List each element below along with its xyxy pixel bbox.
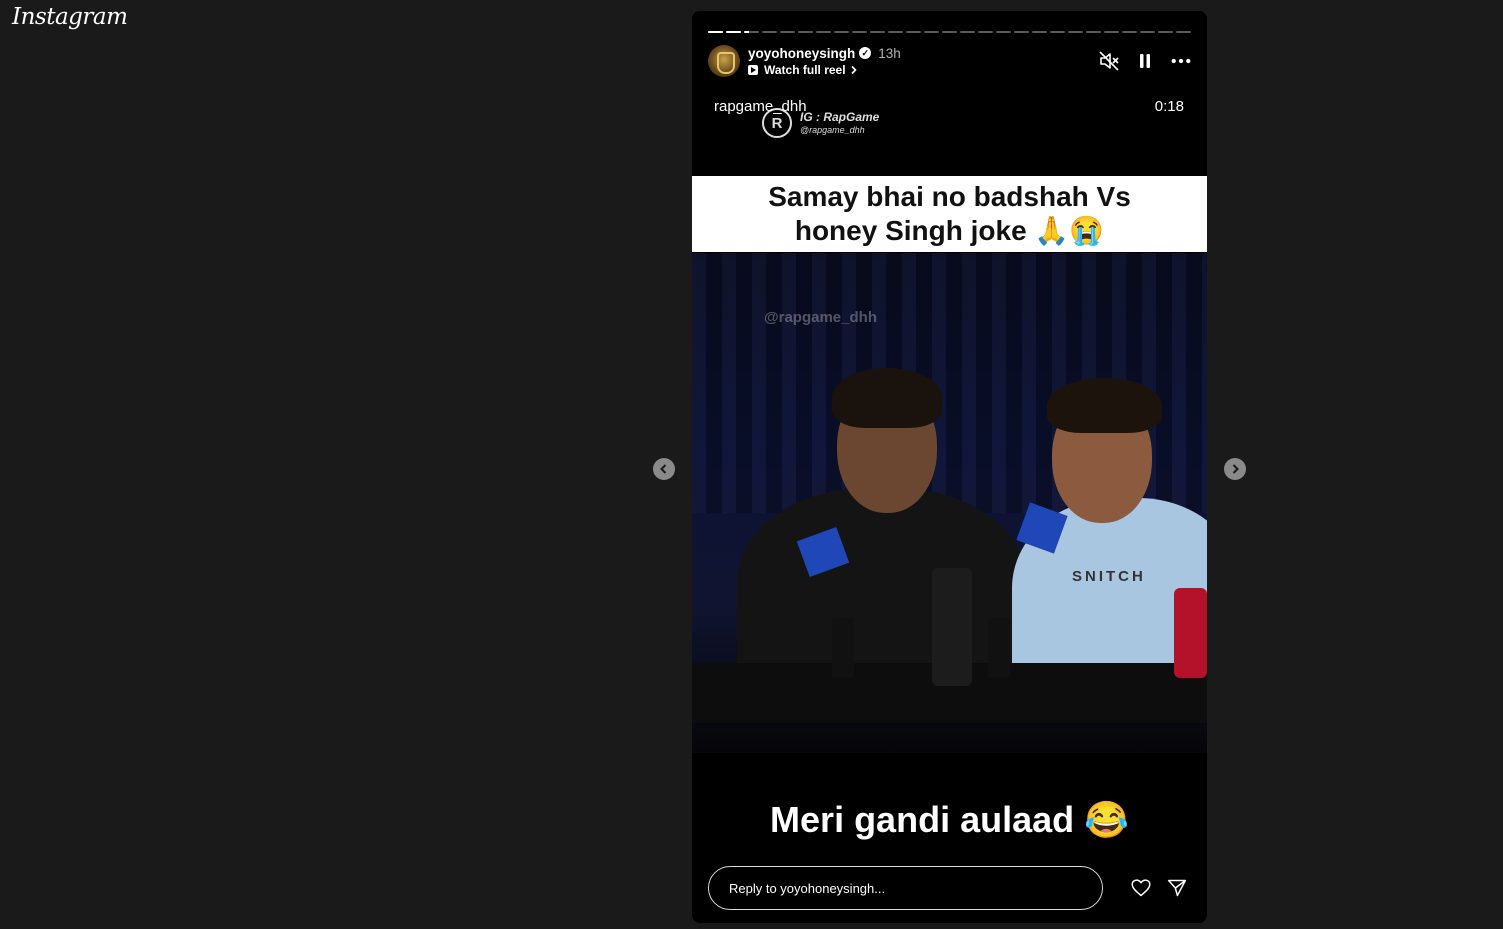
progress-segment	[978, 31, 993, 33]
progress-segment	[1068, 31, 1083, 33]
progress-segment	[1158, 31, 1173, 33]
video-timer: 0:18	[1154, 98, 1184, 115]
progress-segment	[744, 31, 759, 33]
reel-play-icon	[748, 64, 758, 75]
chevron-left-icon	[660, 464, 667, 474]
chevron-right-icon	[851, 65, 857, 74]
verified-badge-icon: ✓	[859, 47, 872, 59]
watch-full-reel-label: Watch full reel	[764, 62, 846, 77]
reply-bar	[708, 866, 1191, 910]
progress-segment	[852, 31, 867, 33]
video-top-area	[692, 11, 1207, 176]
red-phone	[1174, 588, 1207, 678]
story-header: yoyohoneysingh ✓ 13h Watch full reel	[708, 44, 1191, 78]
drink-can	[832, 618, 854, 678]
progress-segment	[1122, 31, 1137, 33]
more-horizontal-icon	[1171, 58, 1191, 64]
progress-segment	[960, 31, 975, 33]
progress-segment	[726, 31, 741, 33]
progress-segment	[1140, 31, 1155, 33]
video-bottom-caption: Meri gandi aulaad 😂	[770, 799, 1129, 840]
person-left-hair	[832, 368, 942, 428]
progress-segment	[1176, 31, 1191, 33]
progress-segment	[870, 31, 885, 33]
scene-watermark: @rapgame_dhh	[764, 309, 877, 326]
story-viewer[interactable]: R IG : RapGame @rapgame_dhh rapgame_dhh …	[692, 11, 1207, 923]
more-options-button[interactable]	[1171, 51, 1191, 71]
send-icon	[1167, 879, 1187, 897]
progress-segment-fill	[744, 31, 749, 33]
progress-segment	[996, 31, 1011, 33]
pause-icon	[1140, 54, 1150, 68]
progress-segment	[1086, 31, 1101, 33]
reply-input[interactable]	[708, 866, 1103, 910]
speaker-muted-icon	[1099, 51, 1119, 71]
bottle	[932, 568, 972, 686]
instagram-logo[interactable]: Instagram	[12, 4, 128, 30]
share-button[interactable]	[1167, 878, 1187, 898]
progress-segment	[708, 31, 723, 33]
video-source-label: rapgame_dhh	[714, 98, 807, 115]
like-button[interactable]	[1131, 878, 1151, 898]
video-top-caption: Samay bhai no badshah Vs honey Singh jok…	[692, 176, 1207, 252]
story-video[interactable]: R IG : RapGame @rapgame_dhh rapgame_dhh …	[692, 11, 1207, 923]
story-progress-bar	[708, 31, 1191, 33]
drink-can	[988, 618, 1010, 678]
top-caption-line-2: honey Singh joke 🙏😭	[794, 215, 1105, 246]
progress-segment	[888, 31, 903, 33]
progress-segment	[1032, 31, 1047, 33]
story-time: 13h	[878, 45, 901, 61]
progress-segment	[834, 31, 849, 33]
top-caption-line-1: Samay bhai no badshah Vs	[768, 181, 1131, 212]
previous-story-button[interactable]	[653, 458, 675, 480]
progress-segment	[1104, 31, 1119, 33]
next-story-button[interactable]	[1224, 458, 1246, 480]
progress-segment	[816, 31, 831, 33]
progress-segment	[1050, 31, 1065, 33]
video-scene: @rapgame_dhh SNITCH	[692, 253, 1207, 753]
progress-segment	[1014, 31, 1029, 33]
shirt-print: SNITCH	[1072, 568, 1146, 585]
chevron-right-icon	[1232, 464, 1239, 474]
watermark-title: IG : RapGame	[800, 110, 880, 125]
pause-button[interactable]	[1135, 51, 1155, 71]
progress-segment	[924, 31, 939, 33]
progress-segment-fill	[726, 31, 741, 33]
progress-segment-fill	[708, 31, 723, 33]
person-right-hair	[1047, 378, 1162, 433]
progress-segment	[906, 31, 921, 33]
heart-icon	[1131, 879, 1151, 897]
mute-button[interactable]	[1099, 51, 1119, 71]
progress-segment	[798, 31, 813, 33]
progress-segment	[942, 31, 957, 33]
progress-segment	[780, 31, 795, 33]
watch-full-reel-link[interactable]: Watch full reel	[748, 63, 901, 77]
progress-segment	[762, 31, 777, 33]
avatar[interactable]	[708, 45, 740, 77]
username[interactable]: yoyohoneysingh	[748, 46, 855, 61]
watermark-handle: @rapgame_dhh	[800, 124, 865, 135]
